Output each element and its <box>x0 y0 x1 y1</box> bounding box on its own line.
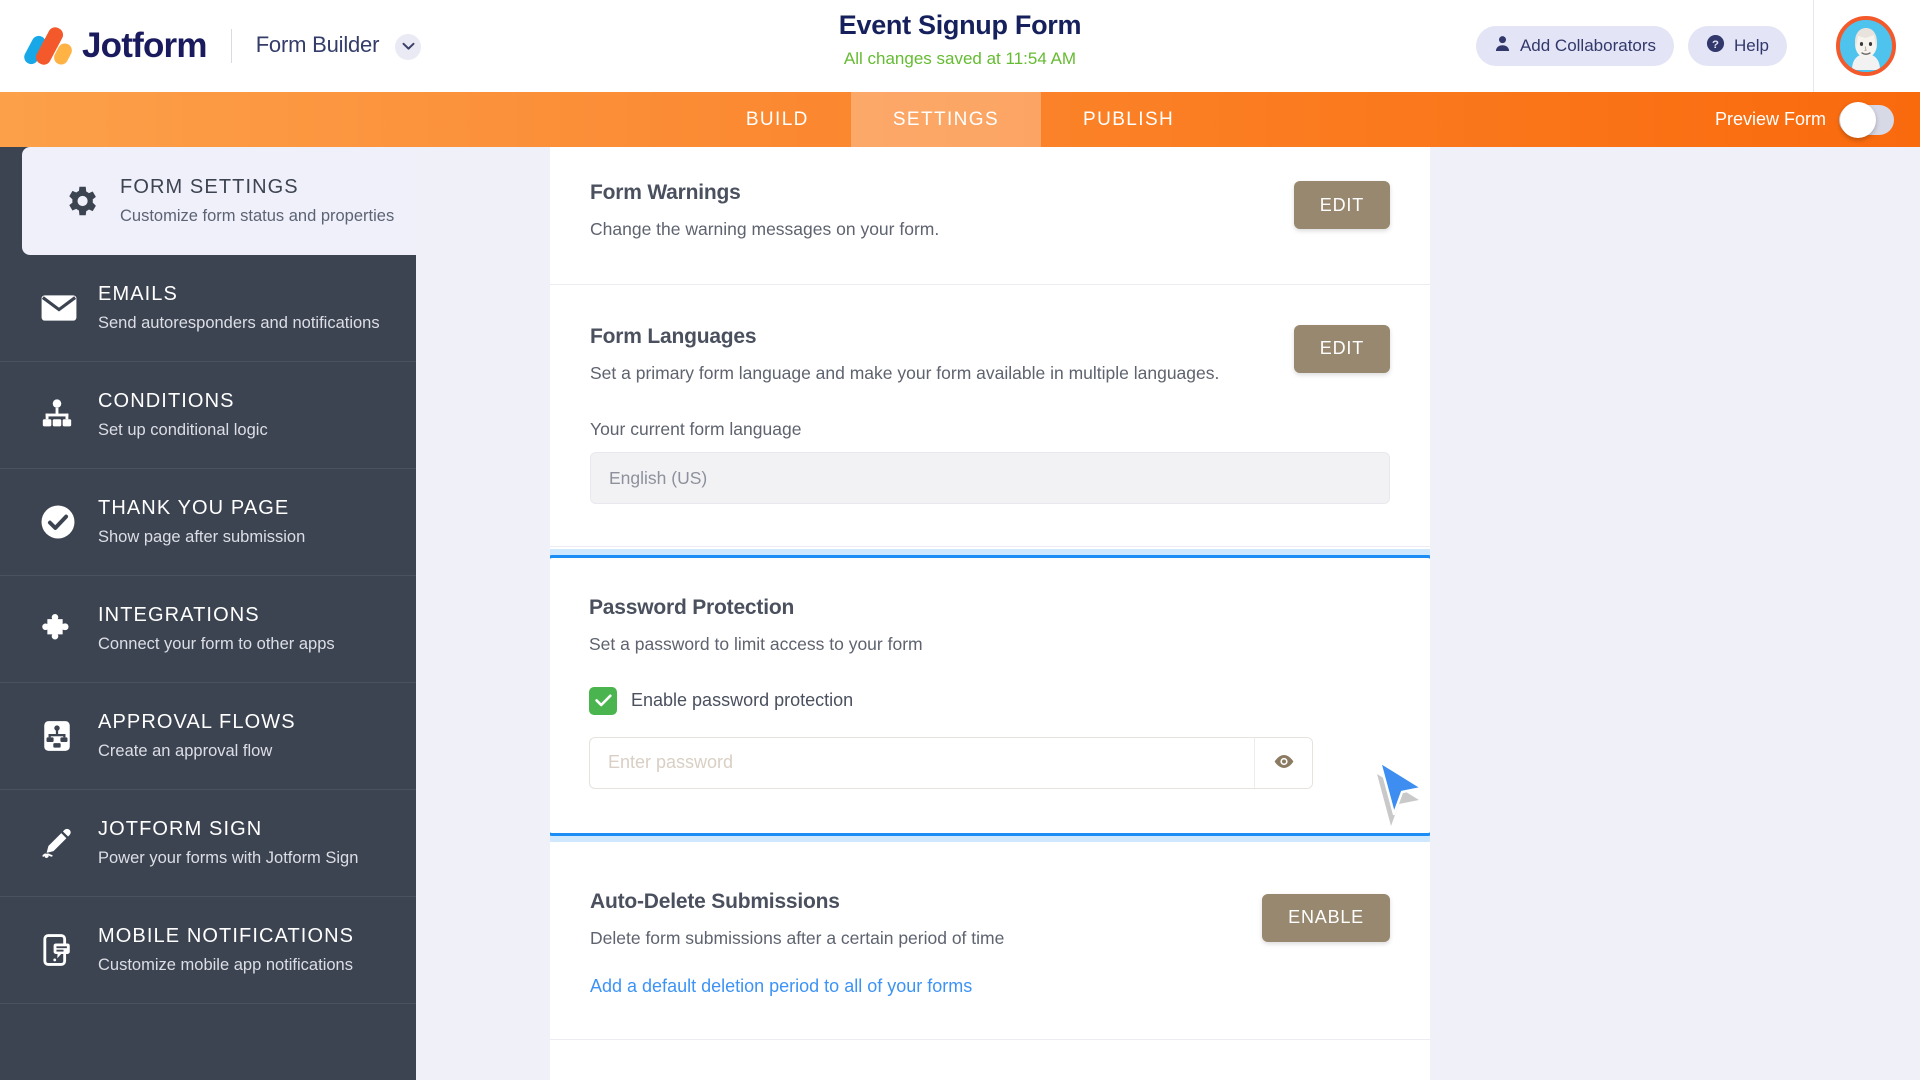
preview-form-label: Preview Form <box>1714 109 1826 129</box>
sidebar-item-subtitle: Show page after submission <box>98 527 306 546</box>
form-builder-menu[interactable]: Form Builder <box>255 32 422 60</box>
tab-publish[interactable]: PUBLISH <box>1041 92 1216 147</box>
current-language-label: Your current form language <box>590 419 802 439</box>
settings-sidebar: FORM SETTINGS Customize form status and … <box>0 147 416 1080</box>
sidebar-item-mobile-notifications[interactable]: MOBILE NOTIFICATIONS Customize mobile ap… <box>0 897 416 1004</box>
settings-content-card: Form Warnings Change the warning message… <box>550 147 1430 1080</box>
default-deletion-period-link[interactable]: Add a default deletion period to all of … <box>590 976 972 997</box>
sidebar-item-emails[interactable]: EMAILS Send autoresponders and notificat… <box>0 255 416 362</box>
sidebar-item-subtitle: Power your forms with Jotform Sign <box>98 848 359 867</box>
toggle-knob <box>1840 101 1876 138</box>
toggle-password-visibility-button[interactable] <box>1254 737 1312 788</box>
sidebar-item-subtitle: Create an approval flow <box>98 741 273 760</box>
gear-icon <box>62 182 114 220</box>
sidebar-item-title: INTEGRATIONS <box>98 603 260 626</box>
brand-divider <box>230 29 232 63</box>
form-languages-edit-button[interactable]: EDIT <box>1293 324 1390 373</box>
sidebar-item-subtitle: Customize form status and properties <box>120 206 395 225</box>
question-circle-icon: ? <box>1706 34 1725 58</box>
top-header: Jotform Form Builder Event Signup Form A… <box>0 0 1920 92</box>
auto-delete-enable-button[interactable]: ENABLE <box>1262 893 1390 942</box>
add-collaborators-label: Add Collaborators <box>1519 36 1657 55</box>
form-languages-description: Set a primary form language and make you… <box>590 362 1220 383</box>
sidebar-item-form-settings[interactable]: FORM SETTINGS Customize form status and … <box>22 147 416 255</box>
password-input-row <box>589 736 1313 789</box>
form-warnings-edit-button[interactable]: EDIT <box>1293 181 1390 229</box>
sidebar-item-subtitle: Set up conditional logic <box>98 420 268 439</box>
help-button[interactable]: ? Help <box>1688 26 1787 66</box>
sidebar-item-title: MOBILE NOTIFICATIONS <box>98 924 355 947</box>
preview-form-toggle[interactable]: Preview Form <box>1715 92 1894 147</box>
pen-icon <box>40 825 92 861</box>
form-builder-label: Form Builder <box>255 32 380 58</box>
section-password-protection: Password Protection Set a password to li… <box>550 555 1430 836</box>
tab-settings[interactable]: SETTINGS <box>850 92 1042 147</box>
sidebar-item-title: CONDITIONS <box>98 389 235 412</box>
sidebar-item-integrations[interactable]: INTEGRATIONS Connect your form to other … <box>0 576 416 683</box>
current-language-field[interactable]: English (US) <box>590 452 1390 504</box>
password-protection-description: Set a password to limit access to your f… <box>589 634 923 654</box>
check-circle-icon <box>40 504 92 540</box>
sidebar-item-title: THANK YOU PAGE <box>98 496 290 519</box>
chevron-down-icon[interactable] <box>395 33 422 60</box>
eye-icon <box>1273 754 1295 772</box>
section-form-warnings: Form Warnings Change the warning message… <box>550 147 1430 285</box>
brand-name: Jotform <box>82 26 207 65</box>
svg-text:?: ? <box>1712 39 1719 51</box>
enable-password-label[interactable]: Enable password protection <box>631 690 853 711</box>
form-warnings-title: Form Warnings <box>590 181 741 204</box>
section-save-and-continue-later: Save and Continue Later <box>550 1040 1430 1080</box>
sidebar-item-conditions[interactable]: CONDITIONS Set up conditional logic <box>0 362 416 469</box>
header-actions: Add Collaborators ? Help <box>1475 0 1920 92</box>
envelope-icon <box>40 293 92 323</box>
sidebar-item-thank-you-page[interactable]: THANK YOU PAGE Show page after submissio… <box>0 469 416 576</box>
sidebar-item-subtitle: Send autoresponders and notifications <box>98 313 380 332</box>
sidebar-item-approval-flows[interactable]: APPROVAL FLOWS Create an approval flow <box>0 683 416 790</box>
sidebar-item-title: APPROVAL FLOWS <box>98 710 296 733</box>
section-auto-delete-submissions: Auto-Delete Submissions Delete form subm… <box>550 846 1430 1040</box>
password-input[interactable] <box>590 737 1254 788</box>
sidebar-item-subtitle: Connect your form to other apps <box>98 634 335 653</box>
avatar[interactable] <box>1836 16 1896 76</box>
brand-area: Jotform Form Builder <box>0 24 422 68</box>
password-protection-highlight-wrapper: Password Protection Set a password to li… <box>550 547 1430 846</box>
help-label: Help <box>1734 36 1769 55</box>
form-warnings-description: Change the warning messages on your form… <box>590 219 940 239</box>
sidebar-item-title: JOTFORM SIGN <box>98 817 263 840</box>
password-protection-title: Password Protection <box>589 596 795 619</box>
form-languages-title: Form Languages <box>590 324 757 348</box>
user-icon <box>1494 35 1511 57</box>
puzzle-icon <box>40 611 92 647</box>
preview-toggle-switch[interactable] <box>1839 101 1894 138</box>
jotform-logo-icon <box>21 24 75 68</box>
sidebar-item-title: FORM SETTINGS <box>120 175 299 198</box>
sidebar-item-jotform-sign[interactable]: JOTFORM SIGN Power your forms with Jotfo… <box>0 790 416 897</box>
section-tabbar: BUILD SETTINGS PUBLISH Preview Form <box>0 92 1920 147</box>
sidebar-item-title: EMAILS <box>98 282 178 305</box>
header-divider <box>1813 0 1814 92</box>
approval-flow-icon <box>40 719 92 753</box>
enable-password-protection-row[interactable]: Enable password protection <box>589 686 1391 715</box>
sidebar-item-subtitle: Customize mobile app notifications <box>98 955 353 974</box>
mobile-icon <box>40 933 92 967</box>
enable-password-checkbox[interactable] <box>589 686 617 715</box>
section-form-languages: Form Languages Set a primary form langua… <box>550 285 1430 547</box>
add-collaborators-button[interactable]: Add Collaborators <box>1475 26 1675 66</box>
sitemap-icon <box>40 398 92 432</box>
tab-build[interactable]: BUILD <box>704 92 851 147</box>
